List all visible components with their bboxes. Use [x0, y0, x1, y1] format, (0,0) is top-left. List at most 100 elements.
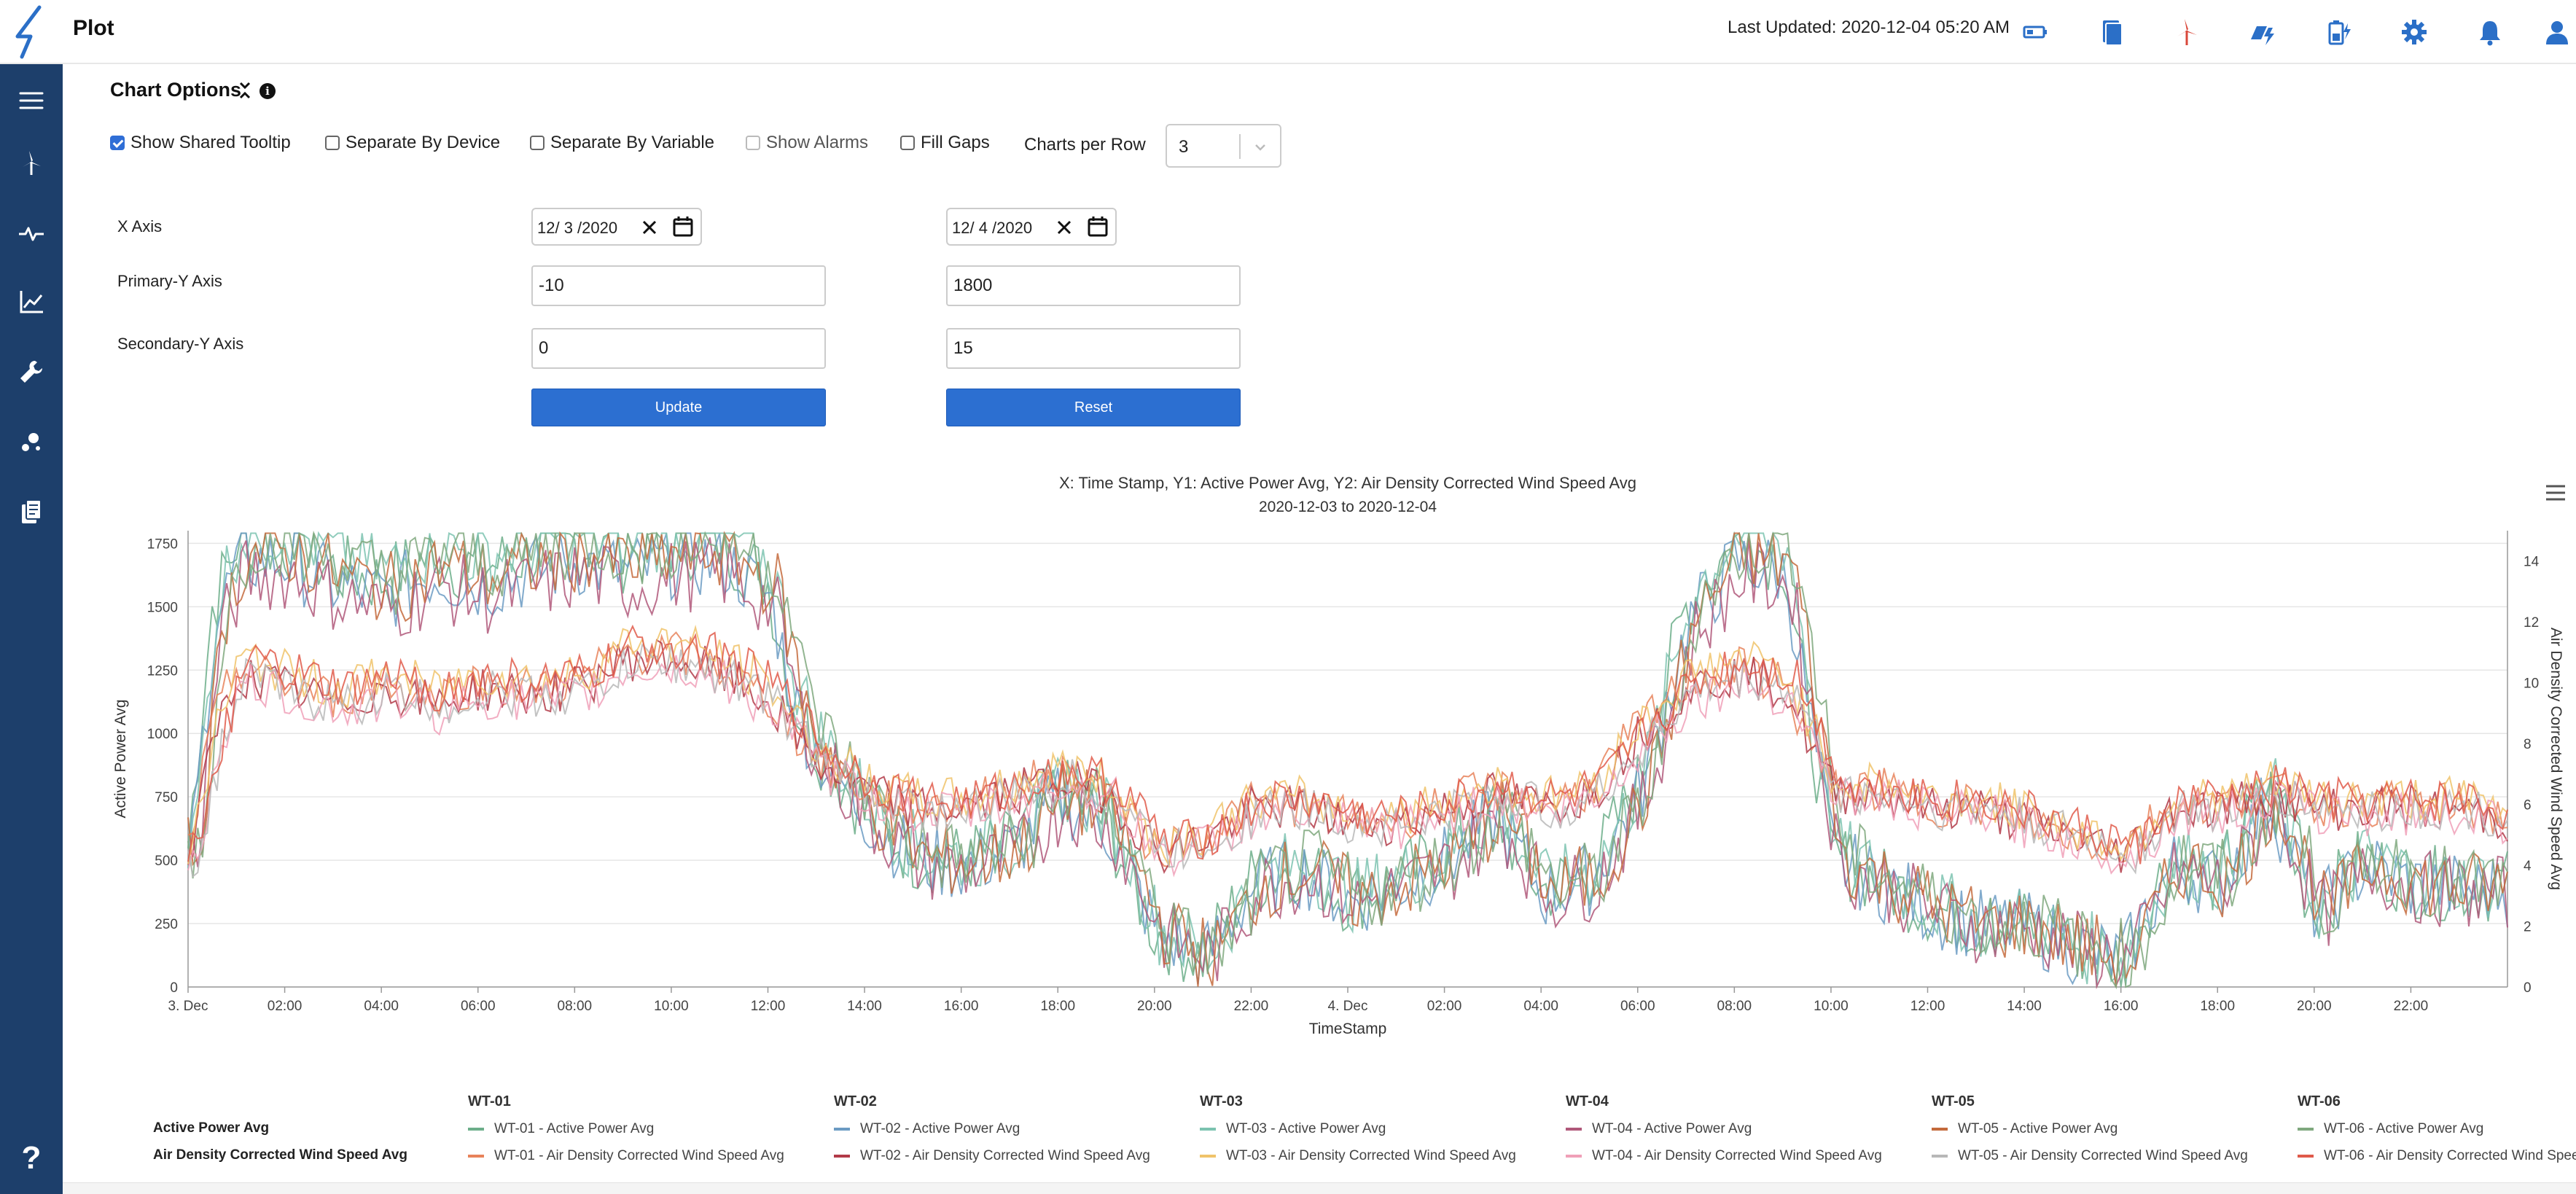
series-line — [187, 531, 2508, 986]
battery-icon[interactable] — [2015, 12, 2056, 52]
legend-item-label: WT-06 - Active Power Avg — [2324, 1121, 2484, 1136]
primary-y-max-input[interactable] — [946, 265, 1241, 306]
x-tick-label: 4. Dec — [1328, 999, 1368, 1014]
legend-item[interactable]: WT-05 - Air Density Corrected Wind Speed… — [1932, 1148, 2248, 1164]
y-tick-label: 500 — [155, 854, 178, 869]
y2-tick-label: 6 — [2524, 798, 2532, 813]
legend-item-label: WT-03 - Active Power Avg — [1226, 1121, 1386, 1136]
bell-icon[interactable] — [2470, 12, 2510, 52]
collapse-toggle-icon[interactable] — [238, 80, 252, 101]
bottom-scroll-bar[interactable] — [63, 1182, 2576, 1194]
clear-icon[interactable] — [1054, 217, 1074, 238]
y2-tick-label: 10 — [2524, 676, 2539, 692]
solar-power-icon[interactable] — [2242, 12, 2283, 52]
legend-swatch — [1200, 1128, 1216, 1131]
legend-item[interactable]: WT-03 - Air Density Corrected Wind Speed… — [1200, 1148, 1516, 1164]
last-updated-text: Last Updated: 2020-12-04 05:20 AM — [1728, 17, 2010, 37]
x-tick-label: 08:00 — [1717, 999, 1752, 1014]
x-axis-title: TimeStamp — [1309, 1021, 1387, 1037]
legend-item-label: WT-03 - Air Density Corrected Wind Speed… — [1226, 1148, 1516, 1163]
y-tick-label: 750 — [155, 790, 178, 805]
wind-turbine-icon[interactable] — [9, 141, 53, 185]
legend-item[interactable]: WT-04 - Active Power Avg — [1566, 1121, 1752, 1137]
legend-item[interactable]: WT-02 - Active Power Avg — [834, 1121, 1020, 1137]
legend-item[interactable]: WT-03 - Active Power Avg — [1200, 1121, 1386, 1137]
y-tick-label: 1250 — [147, 663, 178, 679]
pulse-icon[interactable] — [9, 211, 53, 255]
clear-icon[interactable] — [639, 217, 660, 238]
reset-button[interactable]: Reset — [946, 389, 1241, 426]
legend-item[interactable]: WT-01 - Air Density Corrected Wind Speed… — [468, 1148, 784, 1164]
checkbox-box[interactable] — [325, 136, 340, 150]
legend-swatch — [1566, 1128, 1582, 1131]
calendar-icon[interactable] — [1086, 215, 1109, 238]
chart-menu-icon[interactable] — [2544, 483, 2567, 503]
legend-item[interactable]: WT-02 - Air Density Corrected Wind Speed… — [834, 1148, 1150, 1164]
legend-group-header: WT-06 — [2298, 1093, 2341, 1109]
x-tick-label: 22:00 — [1234, 999, 1269, 1014]
select-separator — [1239, 134, 1241, 159]
x-axis-end-date-input[interactable]: 12/ 4 /2020 — [946, 208, 1117, 246]
legend-item[interactable]: WT-06 - Air Density Corrected Wind Speed… — [2298, 1148, 2576, 1164]
legend-swatch — [468, 1155, 484, 1158]
x-tick-label: 18:00 — [2200, 999, 2235, 1014]
secondary-y-axis-label: Secondary-Y Axis — [117, 335, 244, 353]
battery-charge-icon[interactable] — [2318, 12, 2359, 52]
fill-gaps-checkbox[interactable]: Fill Gaps — [900, 133, 990, 153]
primary-y-axis-label: Primary-Y Axis — [117, 272, 222, 290]
show-shared-tooltip-checkbox[interactable]: Show Shared Tooltip — [110, 133, 291, 153]
checkbox-box[interactable] — [900, 136, 915, 150]
page-title: Plot — [73, 16, 114, 40]
x-tick-label: 12:00 — [751, 999, 786, 1014]
y-axis-title: Active Power Avg — [112, 699, 129, 818]
gear-icon[interactable] — [2394, 12, 2435, 52]
checkbox-box[interactable] — [110, 136, 125, 150]
legend-swatch — [834, 1128, 850, 1131]
x-tick-label: 12:00 — [1910, 999, 1945, 1014]
y2-tick-label: 14 — [2524, 555, 2540, 570]
calendar-icon[interactable] — [671, 215, 695, 238]
documents-icon[interactable] — [9, 490, 53, 534]
primary-y-min-input[interactable] — [531, 265, 826, 306]
x-tick-label: 16:00 — [944, 999, 979, 1014]
separate-by-device-checkbox[interactable]: Separate By Device — [325, 133, 500, 153]
x-tick-label: 04:00 — [1523, 999, 1558, 1014]
wind-turbine-icon[interactable] — [2166, 12, 2207, 52]
x-tick-label: 20:00 — [2297, 999, 2332, 1014]
menu-icon[interactable] — [9, 79, 53, 122]
separate-by-variable-checkbox[interactable]: Separate By Variable — [530, 133, 714, 153]
legend-item-label: WT-06 - Air Density Corrected Wind Speed… — [2324, 1148, 2576, 1163]
legend-item[interactable]: WT-05 - Active Power Avg — [1932, 1121, 2118, 1137]
chevron-down-icon[interactable] — [1250, 137, 1271, 157]
secondary-y-min-input[interactable] — [531, 328, 826, 369]
brand-logo-icon[interactable] — [7, 4, 55, 60]
charts-per-row-select[interactable]: 3 — [1166, 124, 1281, 168]
checkbox-label: Show Shared Tooltip — [130, 133, 291, 152]
scatter-icon[interactable] — [9, 420, 53, 464]
legend-item-label: WT-02 - Air Density Corrected Wind Speed… — [860, 1148, 1150, 1163]
x-axis-start-date-input[interactable]: 12/ 3 /2020 — [531, 208, 702, 246]
legend-item[interactable]: WT-06 - Active Power Avg — [2298, 1121, 2483, 1137]
report-icon[interactable] — [2091, 12, 2131, 52]
help-button[interactable]: ? — [10, 1137, 52, 1179]
legend-swatch — [2298, 1128, 2314, 1131]
chart-subtitle: 2020-12-03 to 2020-12-04 — [1259, 499, 1437, 515]
checkbox-box[interactable] — [530, 136, 545, 150]
y-tick-label: 250 — [155, 917, 178, 932]
legend-item[interactable]: WT-01 - Active Power Avg — [468, 1121, 654, 1137]
y2-tick-label: 12 — [2524, 615, 2539, 631]
info-icon[interactable]: i — [259, 83, 276, 99]
user-icon[interactable] — [2537, 12, 2576, 52]
wrench-icon[interactable] — [9, 350, 53, 394]
secondary-y-max-input[interactable] — [946, 328, 1241, 369]
y-tick-label: 1000 — [147, 727, 178, 742]
line-chart-icon[interactable] — [9, 280, 53, 324]
legend-swatch — [1566, 1155, 1582, 1158]
legend-swatch — [2298, 1155, 2314, 1158]
legend-item[interactable]: WT-04 - Air Density Corrected Wind Speed… — [1566, 1148, 1882, 1164]
date-value: 12/ 4 /2020 — [952, 219, 1033, 237]
y-tick-label: 0 — [170, 980, 178, 996]
x-tick-label: 06:00 — [1620, 999, 1655, 1014]
update-button[interactable]: Update — [531, 389, 826, 426]
legend-row-label-power: Active Power Avg — [153, 1120, 270, 1136]
